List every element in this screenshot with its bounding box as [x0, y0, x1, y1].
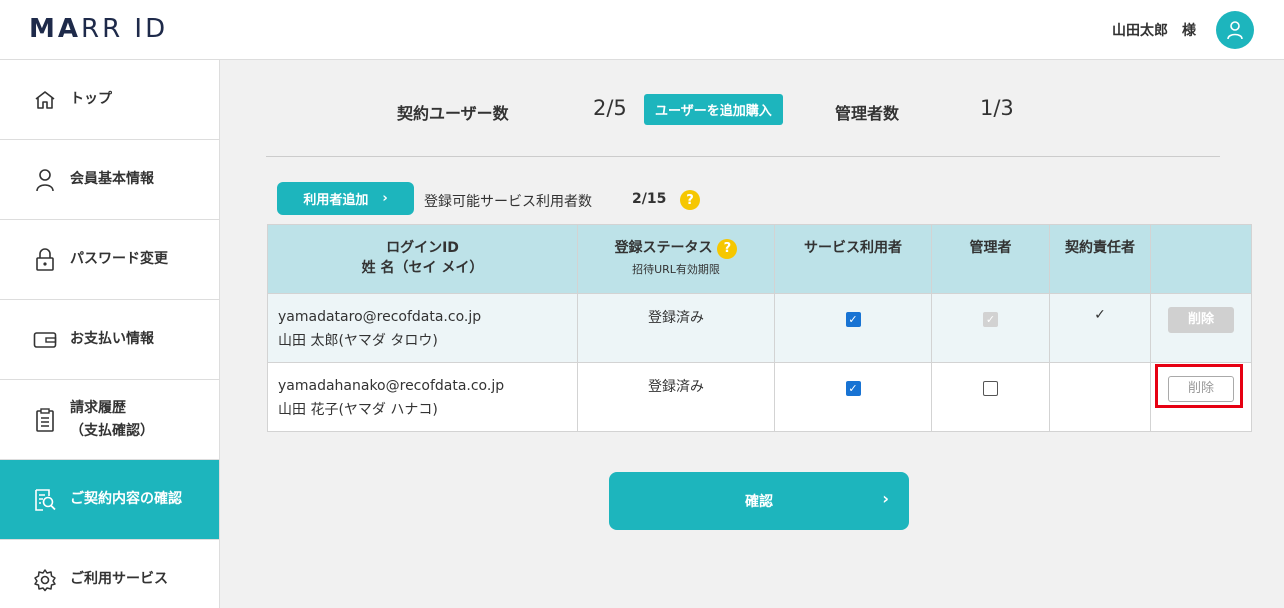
gear-icon — [33, 568, 57, 592]
col-header-status: 登録ステータス ? 招待URL有効期限 — [577, 224, 775, 294]
contract-users-value: 2/5 — [593, 96, 627, 120]
user-avatar[interactable] — [1216, 11, 1254, 49]
sidebar-item-member-info[interactable]: 会員基本情報 — [0, 140, 219, 220]
logo[interactable]: MARR ID — [29, 14, 168, 44]
sidebar-item-top[interactable]: トップ — [0, 60, 219, 140]
col-header-admin: 管理者 — [931, 224, 1050, 294]
header: MARR ID 山田太郎 様 — [0, 0, 1284, 60]
lock-icon — [33, 247, 57, 272]
checkmark-icon: ✓ — [1094, 307, 1106, 323]
admin-cell: ✓ — [931, 293, 1050, 363]
help-icon[interactable]: ? — [717, 238, 738, 259]
add-user-button[interactable]: 利用者追加 › — [277, 182, 414, 215]
admins-value: 1/3 — [980, 96, 1014, 120]
col-header-service-user: サービス利用者 — [774, 224, 932, 294]
person-icon — [33, 168, 57, 192]
table-header-row: ログインID 姓 名（セイ メイ） 登録ステータス ? 招待URL有効期限 サービス… — [267, 224, 1252, 294]
help-icon[interactable]: ? — [680, 190, 700, 210]
document-search-icon — [33, 488, 57, 512]
contract-owner-cell — [1049, 362, 1151, 432]
sidebar-item-password[interactable]: パスワード変更 — [0, 220, 219, 300]
user-name: 山田太郎 様 — [1112, 23, 1196, 39]
user-table: ログインID 姓 名（セイ メイ） 登録ステータス ? 招待URL有効期限 サービス… — [267, 224, 1252, 432]
sidebar-item-payment[interactable]: お支払い情報 — [0, 300, 219, 380]
add-purchase-button[interactable]: ユーザーを追加購入 — [644, 94, 783, 125]
status-cell: 登録済み — [577, 293, 775, 363]
chevron-right-icon: › — [882, 489, 889, 508]
login-cell: yamadahanako@recofdata.co.jp 山田 花子(ヤマダ ハナ… — [267, 362, 578, 432]
sidebar-item-services[interactable]: ご利用サービス — [0, 540, 219, 608]
admin-checkbox: ✓ — [983, 312, 998, 327]
registrable-users-value: 2/15 — [632, 191, 667, 207]
divider — [266, 156, 1220, 157]
contract-summary: 契約ユーザー数 2/5 ユーザーを追加購入 管理者数 1/3 — [220, 94, 1284, 126]
admins-label: 管理者数 — [835, 104, 900, 123]
registrable-users-label: 登録可能サービス利用者数 — [424, 194, 592, 210]
chevron-right-icon: › — [382, 191, 388, 206]
service-user-cell: ✓ — [774, 293, 932, 363]
service-user-checkbox[interactable]: ✓ — [845, 381, 861, 396]
login-cell: yamadataro@recofdata.co.jp 山田 太郎(ヤマダ タロウ) — [267, 293, 578, 363]
delete-button: 削除 — [1168, 307, 1234, 333]
user-icon — [1227, 21, 1243, 40]
service-user-cell: ✓ — [774, 362, 932, 432]
clipboard-icon — [33, 407, 57, 432]
action-cell: 削除 — [1150, 293, 1252, 363]
table-row: yamadataro@recofdata.co.jp 山田 太郎(ヤマダ タロウ)… — [267, 293, 1252, 363]
admin-checkbox[interactable] — [983, 381, 998, 396]
service-user-checkbox[interactable]: ✓ — [845, 312, 861, 327]
status-cell: 登録済み — [577, 362, 775, 432]
admin-cell — [931, 362, 1050, 432]
wallet-icon — [33, 328, 57, 352]
sidebar-item-contract[interactable]: ご契約内容の確認 — [0, 460, 219, 540]
home-icon — [33, 88, 57, 112]
confirm-button[interactable]: 確認 › — [609, 472, 909, 530]
col-header-actions — [1150, 224, 1252, 294]
sidebar-item-billing-history[interactable]: 請求履歴 （支払確認） — [0, 380, 219, 460]
contract-owner-cell: ✓ — [1049, 293, 1151, 363]
main-content: 契約ユーザー数 2/5 ユーザーを追加購入 管理者数 1/3 利用者追加 › 登… — [220, 60, 1284, 608]
contract-users-label: 契約ユーザー数 — [397, 104, 509, 123]
sidebar: トップ 会員基本情報 パスワード変更 お支払い情報 請求履歴 （支払確認） ご契約… — [0, 60, 220, 608]
billing-history-label: 請求履歴 （支払確認） — [70, 400, 154, 439]
table-row: yamadahanako@recofdata.co.jp 山田 花子(ヤマダ ハナ… — [267, 362, 1252, 432]
delete-button-highlight — [1155, 364, 1243, 408]
col-header-contract-owner: 契約責任者 — [1049, 224, 1151, 294]
col-header-login: ログインID 姓 名（セイ メイ） — [267, 224, 578, 294]
